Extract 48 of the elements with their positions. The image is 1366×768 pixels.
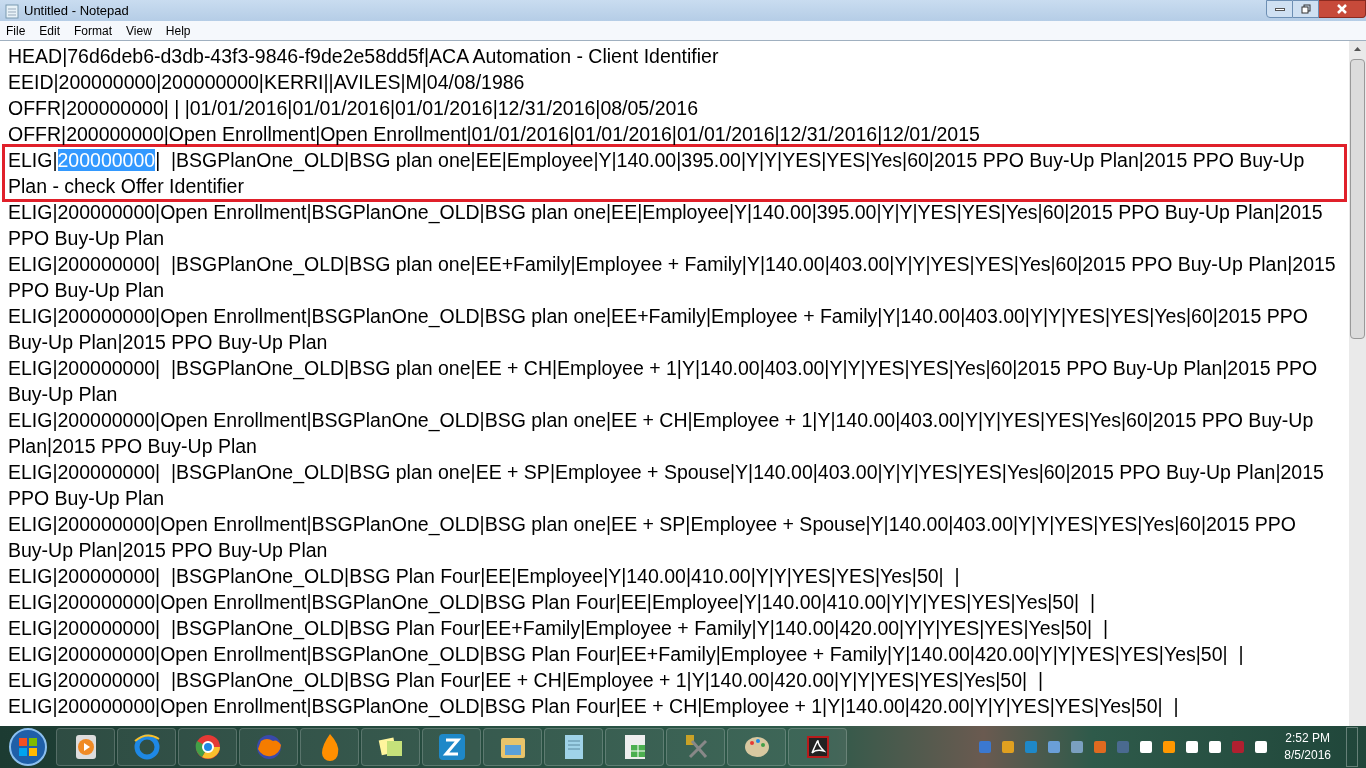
close-icon [1336, 4, 1348, 14]
text-line: ELIG|200000000| |BSGPlanOne_OLD|BSG plan one|EE + SP|Employee + Spouse|Y|140.00|403.00|Y|Y|YES|YES|Yes|60|2015 PPO Buy-Up Plan|2015 PPO Buy-Up Plan [8, 460, 1325, 511]
taskbar-button[interactable] [300, 728, 359, 766]
menu-item[interactable]: View [126, 21, 152, 40]
taskbar-button[interactable] [239, 728, 298, 766]
menu-item[interactable]: Edit [39, 21, 61, 40]
text-line: ELIG|200000000|Open Enrollment|BSGPlanOne_OLD|BSG Plan Four|EE|Employee|Y|140.00|410.00|Y|Y|YES|YES|Yes|50| | [8, 590, 1097, 615]
taskbar-button[interactable] [544, 728, 603, 766]
taskbar-button[interactable] [422, 728, 481, 766]
text-line: ELIG|200000000|Open Enrollment|BSGPlanOne_OLD|BSG plan one|EE|Employee|Y|140.00|395.00|Y|Y|YES|YES|Yes|60|2015 PPO Buy-Up Plan|2015 PPO Buy-Up Plan [8, 200, 1324, 251]
text-line: ELIG|200000000| |BSGPlanOne_OLD|BSG plan one|EE+Family|Employee + Family|Y|140.00|403.00|Y|Y|YES|YES|Yes|60|2015 PPO Buy-Up Plan|2015 PPO Buy-Up Plan [8, 252, 1337, 303]
taskbar-button[interactable] [483, 728, 542, 766]
menu-item[interactable]: Format [74, 21, 113, 40]
taskbar-button[interactable] [178, 728, 237, 766]
taskbar-button[interactable] [605, 728, 664, 766]
notepad-icon [4, 2, 20, 19]
text-line: ELIG|200000000|Open Enrollment|BSGPlanOne_OLD|BSG plan one|EE + SP|Employee + Spouse|Y|140.00|403.00|Y|Y|YES|YES|Yes|60|2015 PPO Buy-Up Plan|2015 PPO Buy-Up Plan [8, 512, 1297, 563]
text-line: ELIG|200000000| |BSGPlanOne_OLD|BSG Plan Four|EE + CH|Employee + 1|Y|140.00|420.00|Y|Y|YES|YES|Yes|50| | [8, 668, 1044, 693]
clock-date[interactable]: 8/5/2016 [1284, 747, 1331, 764]
text-line: ELIG|200000000| |BSGPlanOne_OLD|BSG Plan Four|EE+Family|Employee + Family|Y|140.00|420.00|Y|Y|YES|YES|Yes|50| | [8, 616, 1109, 641]
text-line: OFFR|200000000|Open Enrollment|Open Enrollment|01/01/2016|01/01/2016|01/01/2016|12/31/2016|12/01/2015 [8, 122, 981, 147]
text-line: ELIG|200000000|Open Enrollment|BSGPlanOne_OLD|BSG plan one|EE+Family|Employee + Family|Y|140.00|403.00|Y|Y|YES|YES|Yes|60|2015 PPO Buy-Up Plan|2015 PPO Buy-Up Plan [8, 304, 1309, 355]
scroll-thumb[interactable] [1350, 59, 1365, 339]
clock-time[interactable]: 2:52 PM [1285, 730, 1330, 747]
text-line: OFFR|200000000| | |01/01/2016|01/01/2016|01/01/2016|12/31/2016|08/05/2016 [8, 96, 699, 121]
text-line: HEAD|76d6deb6-d3db-43f3-9846-f9de2e58dd5f|ACA Automation - Client Identifier [8, 44, 720, 69]
menu-item[interactable]: File [6, 21, 26, 40]
restore-button[interactable] [1293, 0, 1319, 18]
minimize-icon [1274, 7, 1285, 11]
text-line: ELIG|200000000| |BSGPlanOne_OLD|BSG Plan Four|EE|Employee|Y|140.00|410.00|Y|Y|YES|YES|Yes|50| | [8, 564, 961, 589]
text-line: ELIG|200000000| |BSGPlanOne_OLD|BSG plan one|EE|Employee|Y|140.00|395.00|Y|Y|YES|YES|Yes|60|2015 PPO Buy-Up Plan|2015 PPO Buy-Up Plan - check Offer Identifier [8, 148, 1306, 199]
text-line: ELIG|200000000|Open Enrollment|BSGPlanOne_OLD|BSG plan one|EE + CH|Employee + 1|Y|140.00|403.00|Y|Y|YES|YES|Yes|60|2015 PPO Buy-Up Plan|2015 PPO Buy-Up Plan [8, 408, 1315, 459]
window-title: Untitled - Notepad [24, 1, 129, 20]
text-line: ELIG|200000000|Open Enrollment|BSGPlanOne_OLD|BSG Plan Four|EE + CH|Employee + 1|Y|140.00|420.00|Y|Y|YES|YES|Yes|50| | [8, 694, 1180, 719]
text-line: ELIG|200000000|Open Enrollment|BSGPlanOne_OLD|BSG Plan Four|EE+Family|Employee + Family|Y|140.00|420.00|Y|Y|YES|YES|Yes|50| | [8, 642, 1245, 667]
taskbar-button[interactable] [117, 728, 176, 766]
show-desktop-button[interactable] [1346, 727, 1358, 767]
taskbar-button[interactable] [361, 728, 420, 766]
restore-icon [1300, 4, 1311, 14]
scrollbar[interactable] [1349, 41, 1366, 726]
close-button[interactable] [1319, 0, 1366, 18]
taskbar-button[interactable] [788, 728, 847, 766]
minimize-button[interactable] [1266, 0, 1293, 18]
text-line: EEID|200000000|200000000|KERRI||AVILES|M|04/08/1986 [8, 70, 526, 95]
text-line: ELIG|200000000| |BSGPlanOne_OLD|BSG plan one|EE + CH|Employee + 1|Y|140.00|403.00|Y|Y|YES|YES|Yes|60|2015 PPO Buy-Up Plan|2015 PPO Buy-Up Plan [8, 356, 1319, 407]
taskbar-button[interactable] [56, 728, 115, 766]
taskbar-button[interactable] [727, 728, 786, 766]
menu-item[interactable]: Help [165, 21, 191, 40]
